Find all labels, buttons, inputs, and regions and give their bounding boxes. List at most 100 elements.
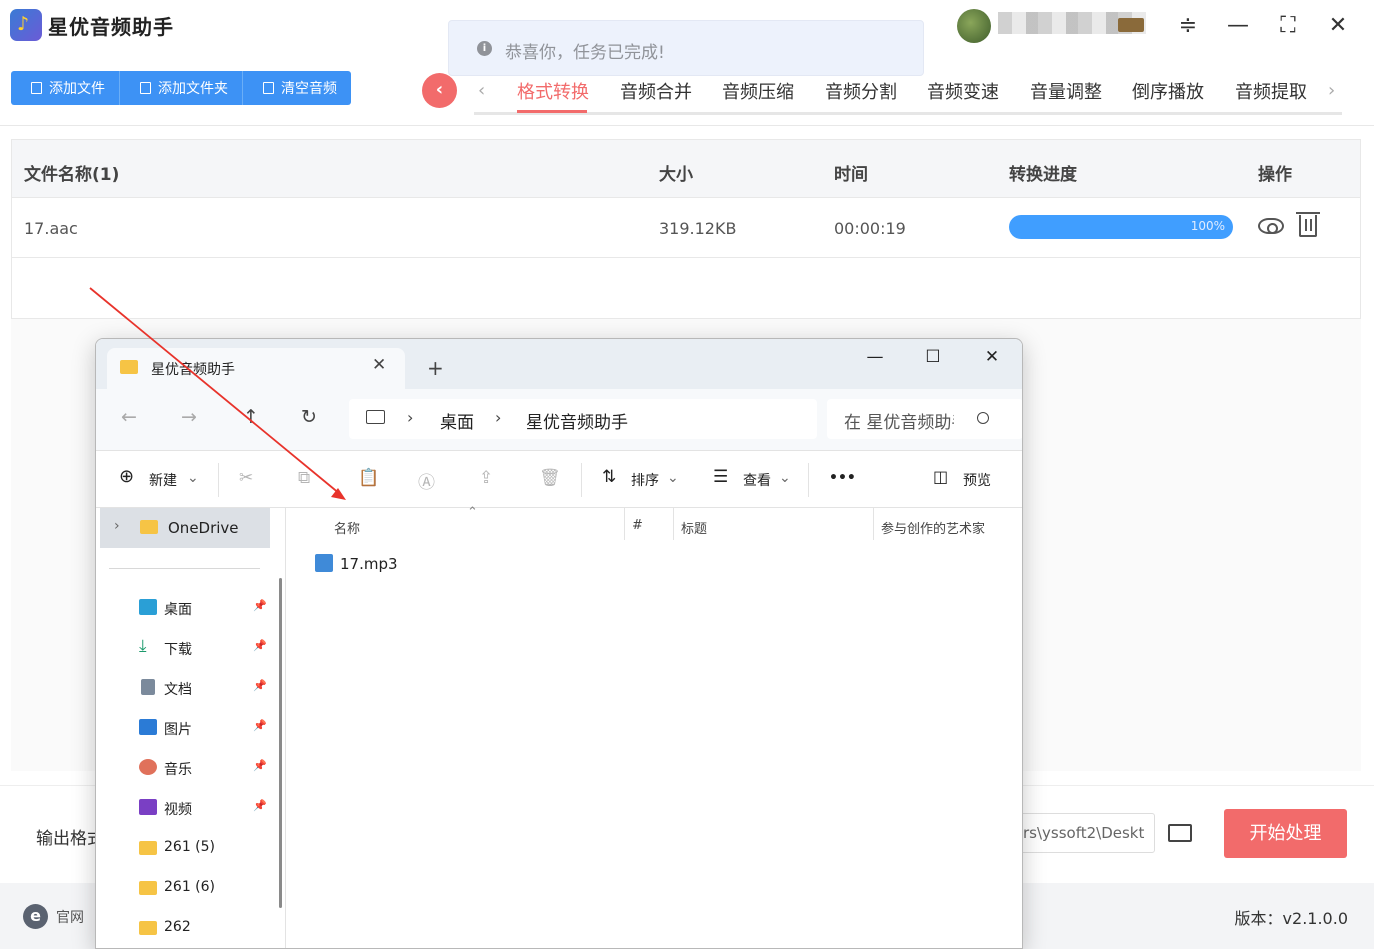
- chevron-right-icon[interactable]: ›: [114, 518, 120, 534]
- col-progress: 转换进度: [1009, 165, 1077, 185]
- breadcrumb[interactable]: › 桌面 › 星优音频助手: [349, 399, 817, 439]
- nav-scrollbar[interactable]: [279, 578, 282, 908]
- conversion-progress-bar: 100%: [1009, 215, 1233, 239]
- preview-button[interactable]: 预览: [963, 470, 991, 490]
- tab-volume-adjust[interactable]: 音量调整: [1030, 78, 1102, 104]
- start-processing-button[interactable]: 开始处理: [1224, 809, 1347, 858]
- nav-item-folder-261-5[interactable]: 261 (5): [96, 830, 276, 866]
- document-icon: [141, 679, 155, 695]
- forward-arrow-icon[interactable]: →: [181, 406, 197, 428]
- output-path-field[interactable]: rs\yssoft2\Deskt: [1018, 813, 1155, 853]
- paste-icon[interactable]: 📋: [358, 468, 379, 488]
- view-button[interactable]: 查看: [743, 470, 771, 490]
- folder-icon: [139, 841, 157, 855]
- add-folder-button[interactable]: 添加文件夹: [120, 71, 243, 105]
- tabs-scroll-right-icon[interactable]: ›: [1328, 80, 1335, 101]
- col-filename: 文件名称(1): [24, 165, 120, 185]
- explorer-close-icon[interactable]: ✕: [977, 347, 1007, 367]
- nav-item-desktop[interactable]: 桌面 📌: [96, 590, 276, 626]
- website-link[interactable]: 官网: [56, 907, 84, 927]
- new-button[interactable]: 新建: [149, 470, 177, 490]
- view-icon[interactable]: ☰: [713, 467, 728, 487]
- folder-icon: [120, 360, 138, 374]
- column-divider[interactable]: [673, 508, 674, 540]
- table-header: 文件名称(1) 大小 时间 转换进度 操作: [12, 140, 1360, 198]
- chevron-right-icon: ›: [495, 408, 502, 427]
- tab-audio-split[interactable]: 音频分割: [825, 78, 897, 104]
- tab-audio-extract[interactable]: 音频提取: [1235, 78, 1307, 104]
- refresh-icon[interactable]: ↻: [301, 406, 317, 428]
- column-header-number[interactable]: #: [632, 518, 643, 533]
- nav-item-pictures[interactable]: 图片 📌: [96, 710, 276, 746]
- maximize-icon[interactable]: ⛶: [1274, 12, 1302, 40]
- more-options-button[interactable]: •••: [829, 470, 856, 486]
- pin-icon: 📌: [253, 599, 267, 612]
- nav-onedrive-label: OneDrive: [168, 519, 239, 537]
- file-name: 17.aac: [24, 219, 78, 238]
- rename-icon[interactable]: Ⓐ: [418, 468, 435, 493]
- add-file-button[interactable]: 添加文件: [11, 71, 120, 105]
- up-arrow-icon[interactable]: ↑: [243, 406, 259, 428]
- table-row[interactable]: 17.aac 319.12KB 00:00:19 100%: [12, 198, 1360, 258]
- nav-item-folder-261-6[interactable]: 261 (6): [96, 870, 276, 906]
- explorer-titlebar: 星优音频助手 ✕ + — ☐ ✕: [96, 339, 1022, 389]
- tab-format-convert[interactable]: 格式转换: [517, 78, 589, 104]
- nav-item-folder-262[interactable]: 262: [96, 910, 276, 946]
- sort-button[interactable]: 排序: [631, 470, 659, 490]
- column-header-name[interactable]: 名称: [334, 518, 360, 537]
- new-tab-icon[interactable]: +: [427, 356, 444, 380]
- chevron-down-icon: ⌄: [187, 470, 199, 486]
- preview-eye-icon[interactable]: [1258, 218, 1284, 234]
- music-icon: [139, 759, 157, 775]
- settings-icon[interactable]: ≑: [1174, 12, 1202, 40]
- tab-audio-compress[interactable]: 音频压缩: [722, 78, 794, 104]
- nav-item-videos[interactable]: 视频 📌: [96, 790, 276, 826]
- feature-tabs: ‹ 格式转换 音频合并 音频压缩 音频分割 音频变速 音量调整 倒序播放 音频提…: [474, 70, 1342, 115]
- copy-icon[interactable]: ⧉: [298, 468, 310, 488]
- website-icon[interactable]: e: [23, 904, 48, 929]
- nav-label: 视频: [164, 802, 192, 818]
- column-header-title[interactable]: 标题: [681, 518, 707, 537]
- pin-icon: 📌: [253, 679, 267, 692]
- tab-audio-speed[interactable]: 音频变速: [927, 78, 999, 104]
- explorer-minimize-icon[interactable]: —: [860, 347, 890, 367]
- delete-trash-icon[interactable]: [1296, 212, 1320, 237]
- success-toast: i 恭喜你，任务已完成!: [448, 20, 924, 76]
- close-tab-icon[interactable]: ✕: [372, 355, 386, 375]
- tabs-scroll-left-icon[interactable]: ‹: [478, 80, 485, 101]
- column-divider[interactable]: [624, 508, 625, 540]
- file-table: 文件名称(1) 大小 时间 转换进度 操作 17.aac 319.12KB 00…: [11, 139, 1361, 319]
- back-arrow-icon[interactable]: ←: [121, 406, 137, 428]
- nav-item-downloads[interactable]: ⤓ 下载 📌: [96, 630, 276, 666]
- file-duration: 00:00:19: [834, 219, 906, 238]
- sort-icon[interactable]: ⇅: [602, 467, 616, 487]
- tab-audio-merge[interactable]: 音频合并: [620, 78, 692, 104]
- nav-item-documents[interactable]: 文档 📌: [96, 670, 276, 706]
- breadcrumb-desktop[interactable]: 桌面: [440, 408, 474, 433]
- share-icon[interactable]: ⇪: [479, 468, 493, 488]
- collapse-arrow-button[interactable]: ‹: [422, 73, 457, 108]
- add-folder-label: 添加文件夹: [158, 81, 228, 97]
- close-icon[interactable]: ✕: [1324, 12, 1352, 40]
- preview-pane-icon[interactable]: ◫: [933, 467, 948, 486]
- column-divider[interactable]: [873, 508, 874, 540]
- breadcrumb-folder[interactable]: 星优音频助手: [526, 408, 628, 433]
- column-header-artist[interactable]: 参与创作的艺术家: [881, 518, 985, 537]
- clear-audio-button[interactable]: 清空音频: [243, 71, 351, 105]
- cut-icon[interactable]: ✂: [239, 468, 253, 488]
- explorer-maximize-icon[interactable]: ☐: [918, 347, 948, 367]
- nav-item-music[interactable]: 音乐 📌: [96, 750, 276, 786]
- new-plus-icon[interactable]: ⊕: [119, 466, 134, 487]
- file-name: 17.mp3: [340, 555, 398, 573]
- audio-file-icon: [315, 554, 333, 572]
- delete-icon[interactable]: 🗑: [539, 468, 561, 488]
- explorer-search-input[interactable]: 在 星优音频助手 中搜索: [827, 399, 1022, 439]
- explorer-tab[interactable]: 星优音频助手 ✕: [107, 348, 405, 389]
- nav-label: 音乐: [164, 762, 192, 778]
- trash-icon: [263, 82, 274, 94]
- minimize-icon[interactable]: —: [1224, 12, 1252, 40]
- tab-reverse-play[interactable]: 倒序播放: [1132, 78, 1204, 104]
- nav-onedrive[interactable]: › OneDrive: [100, 508, 270, 548]
- avatar[interactable]: [957, 9, 991, 43]
- open-folder-icon[interactable]: [1168, 824, 1192, 842]
